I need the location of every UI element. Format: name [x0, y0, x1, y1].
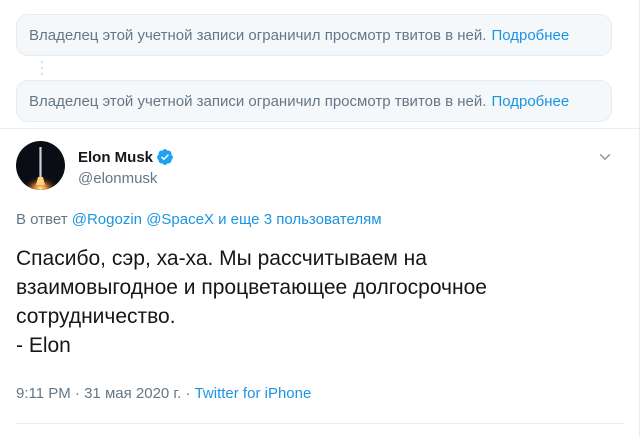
author-name-text: Elon Musk [78, 148, 154, 166]
tweet-source-link[interactable]: Twitter for iPhone [195, 385, 312, 402]
learn-more-link[interactable]: Подробнее [491, 27, 569, 44]
withheld-notice-text: Владелец этой учетной записи ограничил п… [29, 26, 487, 44]
tweet-time[interactable]: 9:11 PM [16, 385, 71, 402]
verified-badge-icon [157, 149, 173, 165]
divider [16, 423, 624, 424]
tweet-metadata: 9:11 PM · 31 мая 2020 г. · Twitter for i… [16, 385, 311, 402]
tweet-date[interactable]: 31 мая 2020 г. [84, 385, 181, 402]
rocket-launch-avatar-icon [16, 141, 65, 190]
tweet-text-line: Спасибо, сэр, ха-ха. Мы рассчитываем на [16, 247, 427, 270]
tweet-text: Спасибо, сэр, ха-ха. Мы рассчитываем на … [16, 244, 606, 360]
author-name[interactable]: Elon Musk [78, 148, 174, 166]
reply-prefix: В ответ [16, 211, 68, 228]
thread-connector [41, 61, 43, 75]
mention-link[interactable]: @Rogozin [72, 211, 142, 228]
tweet-text-line: сотрудничество. [16, 305, 176, 328]
meta-separator: · [74, 385, 80, 402]
tweet-text-line: - Elon [16, 334, 71, 357]
tweet-thread: Владелец этой учетной записи ограничил п… [0, 0, 640, 437]
chevron-down-icon[interactable] [596, 148, 614, 166]
learn-more-link[interactable]: Подробнее [491, 93, 569, 110]
divider [0, 128, 640, 129]
meta-separator: · [185, 385, 191, 402]
reply-context: В ответ @Rogozin @SpaceX и еще 3 пользов… [16, 211, 382, 228]
author-handle[interactable]: @elonmusk [78, 170, 157, 187]
withheld-notice-text: Владелец этой учетной записи ограничил п… [29, 92, 487, 110]
avatar[interactable] [16, 141, 65, 190]
tweet-text-line: взаимовыгодное и процветающее долгосрочн… [16, 276, 487, 299]
withheld-tweet-notice: Владелец этой учетной записи ограничил п… [16, 80, 612, 122]
withheld-tweet-notice: Владелец этой учетной записи ограничил п… [16, 14, 612, 56]
more-recipients-link[interactable]: и еще 3 пользователям [218, 211, 381, 228]
mention-link[interactable]: @SpaceX [146, 211, 214, 228]
